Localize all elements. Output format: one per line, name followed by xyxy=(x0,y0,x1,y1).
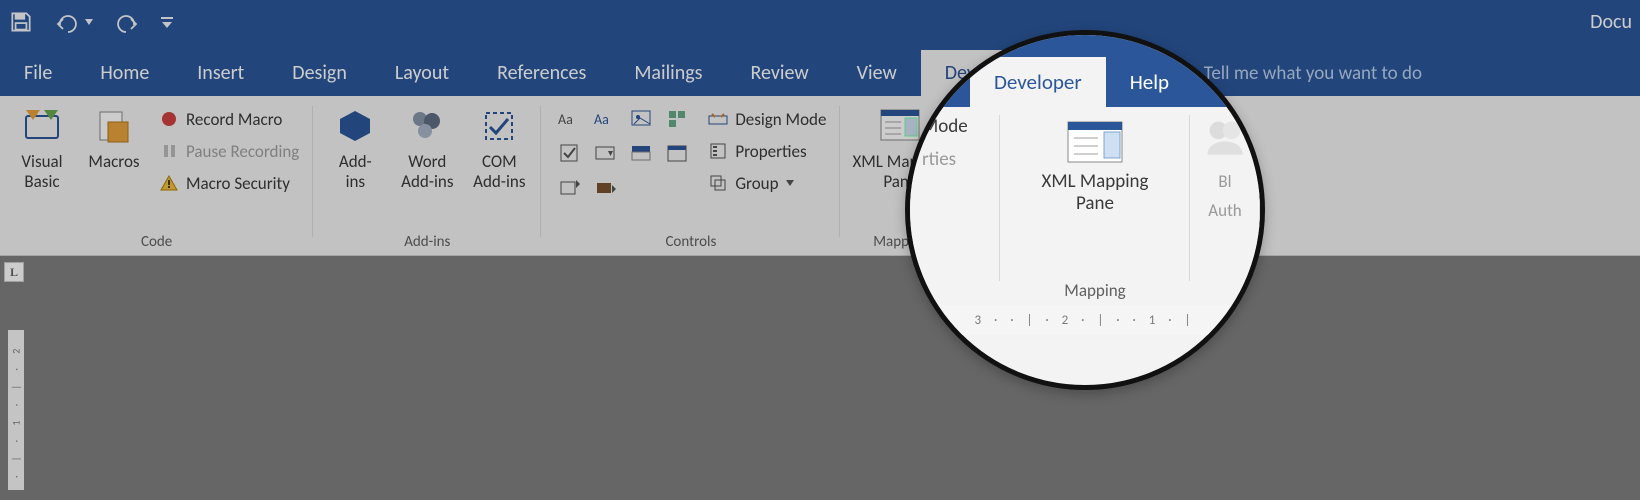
tell-me-label: Tell me what you want to do xyxy=(1204,62,1422,85)
group-code-label: Code xyxy=(10,231,303,253)
richtext-control-icon[interactable]: Aa xyxy=(554,104,584,134)
pause-recording-button: Pause Recording xyxy=(154,136,303,166)
svg-text:Aa: Aa xyxy=(594,111,609,128)
repeating-control-icon[interactable] xyxy=(554,172,584,202)
legacy-tools-icon[interactable] xyxy=(590,172,620,202)
tab-design[interactable]: Design xyxy=(268,50,371,96)
title-bar: Docu xyxy=(0,0,1640,44)
combobox-control-icon[interactable] xyxy=(590,138,620,168)
picture-control-icon[interactable] xyxy=(626,104,656,134)
dropdown-control-icon[interactable] xyxy=(626,138,656,168)
magnified-xml-mapping-button[interactable]: XML Mapping Pane xyxy=(1025,115,1165,215)
group-code: Visual Basic Macros Record Macro xyxy=(0,96,313,255)
properties-label: Properties xyxy=(735,141,806,162)
com-addins-button[interactable]: COM Add-ins xyxy=(467,102,531,191)
addins-icon xyxy=(333,104,377,148)
group-controls: Aa Aa Design Mode xyxy=(541,96,840,255)
record-icon xyxy=(158,108,180,130)
macros-label: Macros xyxy=(88,152,139,172)
com-addins-icon xyxy=(477,104,521,148)
menu-bar: File Home Insert Design Layout Reference… xyxy=(0,44,1640,96)
word-addins-button[interactable]: Word Add-ins xyxy=(395,102,459,191)
pause-icon xyxy=(158,140,180,162)
group-addins: Add- ins Word Add-ins COM Add-ins Add-in… xyxy=(313,96,541,255)
visual-basic-label: Visual Basic xyxy=(21,152,62,191)
tab-file[interactable]: File xyxy=(0,50,76,96)
magnified-properties-fragment: rties xyxy=(922,148,956,171)
ribbon: Visual Basic Macros Record Macro xyxy=(0,96,1640,256)
macros-icon xyxy=(92,104,136,148)
record-macro-button[interactable]: Record Macro xyxy=(154,104,303,134)
save-icon[interactable] xyxy=(8,9,34,35)
quick-access-toolbar xyxy=(8,9,174,35)
document-title-fragment: Docu xyxy=(1590,10,1632,34)
design-mode-button[interactable]: Design Mode xyxy=(703,104,830,134)
tab-layout[interactable]: Layout xyxy=(371,50,473,96)
properties-icon xyxy=(707,140,729,162)
magnified-xml-mapping-icon xyxy=(1065,117,1125,167)
macro-security-label: Macro Security xyxy=(186,173,290,194)
magnified-horizontal-ruler: 3 · · | · 2 · | · · 1 · | xyxy=(910,305,1260,335)
addins-label: Add- ins xyxy=(339,152,372,191)
record-macro-label: Record Macro xyxy=(186,109,282,130)
magnifier-lens: Developer Help Mode rties XML Mapping Pa… xyxy=(905,30,1265,390)
magnified-design-mode-fragment: Mode xyxy=(922,115,968,138)
redo-icon[interactable] xyxy=(114,11,140,33)
tab-home[interactable]: Home xyxy=(76,50,173,96)
magnified-tab-developer[interactable]: Developer xyxy=(970,57,1106,107)
controls-gallery: Aa Aa xyxy=(551,102,695,204)
svg-text:Aa: Aa xyxy=(558,111,573,128)
warning-icon xyxy=(158,172,180,194)
group-controls-label: Controls xyxy=(551,231,830,253)
undo-dropdown-icon[interactable] xyxy=(84,11,94,33)
design-mode-icon xyxy=(707,108,729,130)
ruler-corner: L xyxy=(4,262,24,282)
datepicker-control-icon[interactable] xyxy=(662,138,692,168)
visual-basic-icon xyxy=(20,104,64,148)
pause-recording-label: Pause Recording xyxy=(186,141,299,162)
com-addins-label: COM Add-ins xyxy=(473,152,525,191)
vertical-ruler: · | · 1 · | · 2 xyxy=(8,330,24,490)
design-mode-label: Design Mode xyxy=(735,109,826,130)
qat-customize-icon[interactable] xyxy=(160,11,174,33)
tab-view[interactable]: View xyxy=(833,50,921,96)
group-control-button[interactable]: Group xyxy=(703,168,830,198)
checkbox-control-icon[interactable] xyxy=(554,138,584,168)
macros-button[interactable]: Macros xyxy=(82,102,146,172)
group-control-icon xyxy=(707,172,729,194)
tab-insert[interactable]: Insert xyxy=(173,50,268,96)
magnified-block-authors-icon xyxy=(1203,115,1247,163)
group-addins-label: Add-ins xyxy=(323,231,531,253)
buildingblock-control-icon[interactable] xyxy=(662,104,692,134)
magnified-xml-mapping-label: XML Mapping Pane xyxy=(1042,171,1149,215)
tab-review[interactable]: Review xyxy=(727,50,833,96)
word-addins-label: Word Add-ins xyxy=(401,152,453,191)
tab-mailings[interactable]: Mailings xyxy=(610,50,726,96)
undo-icon[interactable] xyxy=(54,11,84,33)
tab-references[interactable]: References xyxy=(473,50,610,96)
group-control-label: Group xyxy=(735,173,778,194)
properties-button[interactable]: Properties xyxy=(703,136,830,166)
addins-button[interactable]: Add- ins xyxy=(323,102,387,191)
magnified-mapping-label: Mapping xyxy=(1012,278,1178,303)
plaintext-control-icon[interactable]: Aa xyxy=(590,104,620,134)
macro-security-button[interactable]: Macro Security xyxy=(154,168,303,198)
chevron-down-icon xyxy=(785,178,795,188)
magnified-tab-help[interactable]: Help xyxy=(1106,57,1193,107)
visual-basic-button[interactable]: Visual Basic xyxy=(10,102,74,191)
word-addins-icon xyxy=(405,104,449,148)
